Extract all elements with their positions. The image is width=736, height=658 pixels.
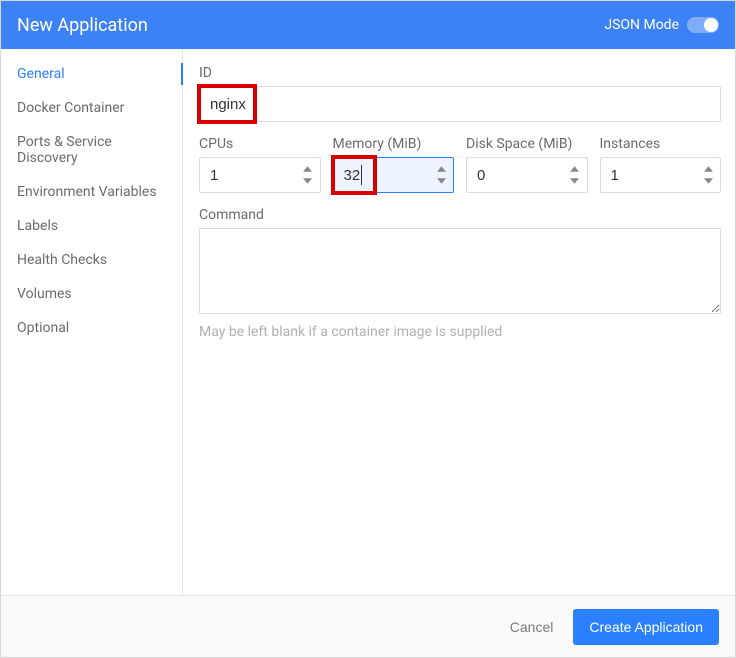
cpus-label: CPUs: [199, 136, 321, 152]
sidebar-item-label: Ports & Service Discovery: [17, 134, 112, 166]
modal-title: New Application: [17, 15, 148, 36]
disk-col: Disk Space (MiB): [466, 136, 588, 193]
sidebar-item-label: Environment Variables: [17, 184, 157, 200]
modal-body: General Docker Container Ports & Service…: [1, 49, 735, 595]
text-cursor: [361, 165, 362, 185]
tab-optional[interactable]: Optional: [1, 311, 182, 345]
tab-labels[interactable]: Labels: [1, 209, 182, 243]
disk-step-down[interactable]: [566, 175, 584, 187]
command-help-text: May be left blank if a container image i…: [199, 324, 721, 340]
disk-step-up[interactable]: [566, 163, 584, 175]
sidebar-item-label: Health Checks: [17, 252, 107, 268]
id-field-wrap: [199, 86, 721, 122]
toggle-knob: [704, 18, 718, 32]
sidebar-item-label: Docker Container: [17, 100, 124, 116]
json-mode-toggle[interactable]: JSON Mode: [604, 17, 719, 33]
id-label: ID: [199, 65, 721, 81]
sidebar-item-label: Labels: [17, 218, 58, 234]
tab-general[interactable]: General: [1, 57, 182, 91]
tab-health-checks[interactable]: Health Checks: [1, 243, 182, 277]
memory-step-up[interactable]: [432, 163, 450, 175]
tab-ports-service-discovery[interactable]: Ports & Service Discovery: [1, 125, 182, 175]
cancel-button[interactable]: Cancel: [504, 611, 560, 643]
memory-step-down[interactable]: [432, 175, 450, 187]
command-label: Command: [199, 207, 721, 223]
resource-row: CPUs Memory (MiB): [199, 136, 721, 193]
instances-col: Instances: [600, 136, 722, 193]
cpus-spinner: [299, 161, 317, 189]
disk-label: Disk Space (MiB): [466, 136, 588, 152]
instances-step-down[interactable]: [699, 175, 717, 187]
sidebar: General Docker Container Ports & Service…: [1, 49, 183, 595]
instances-label: Instances: [600, 136, 722, 152]
sidebar-item-label: General: [17, 66, 65, 82]
tab-environment-variables[interactable]: Environment Variables: [1, 175, 182, 209]
command-textarea[interactable]: [199, 228, 721, 314]
json-mode-label: JSON Mode: [604, 17, 679, 33]
cpus-col: CPUs: [199, 136, 321, 193]
create-application-button[interactable]: Create Application: [573, 609, 719, 645]
sidebar-item-label: Optional: [17, 320, 69, 336]
toggle-switch[interactable]: [687, 17, 719, 33]
cpus-step-up[interactable]: [299, 163, 317, 175]
modal-header: New Application JSON Mode: [1, 1, 735, 49]
form-content: ID CPUs Memory (MiB): [183, 49, 735, 595]
cpus-step-down[interactable]: [299, 175, 317, 187]
tab-docker-container[interactable]: Docker Container: [1, 91, 182, 125]
tab-volumes[interactable]: Volumes: [1, 277, 182, 311]
disk-spinner: [566, 161, 584, 189]
modal-footer: Cancel Create Application: [1, 595, 735, 657]
instances-step-up[interactable]: [699, 163, 717, 175]
modal-window: New Application JSON Mode General Docker…: [0, 0, 736, 658]
id-input[interactable]: [199, 86, 721, 122]
instances-spinner: [699, 161, 717, 189]
memory-col: Memory (MiB): [333, 136, 455, 193]
sidebar-item-label: Volumes: [17, 286, 72, 302]
memory-label: Memory (MiB): [333, 136, 455, 152]
memory-spinner: [432, 161, 450, 189]
